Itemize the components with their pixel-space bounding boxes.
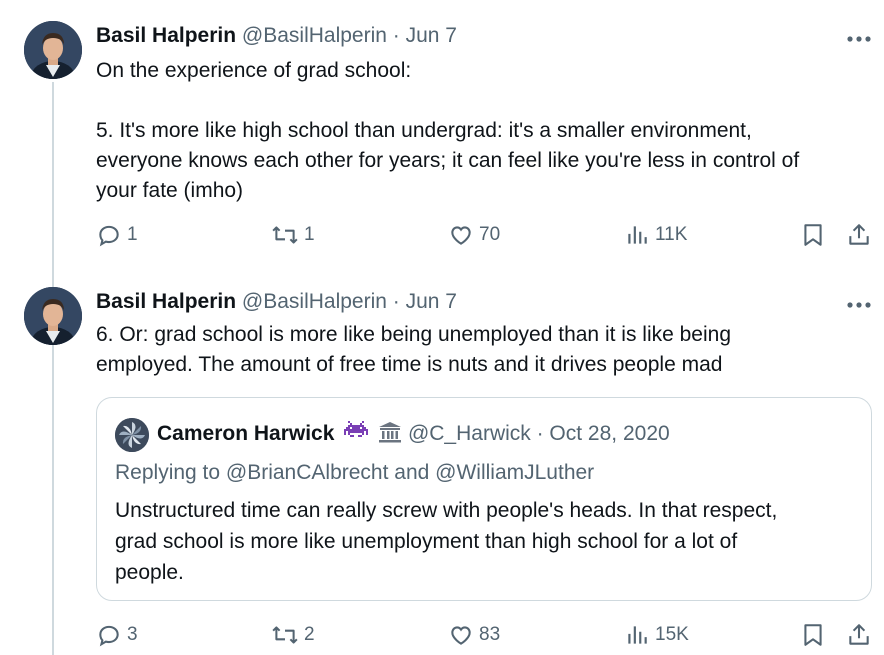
replying-to[interactable]: Replying to @BrianCAlbrecht and @William… [115,460,594,486]
tweet-actions: 1 1 70 11K [0,222,884,250]
more-horizontal-icon [847,36,871,42]
retweet-icon [272,226,298,244]
retweet-button[interactable]: 1 [271,222,315,248]
retweet-button[interactable]: 2 [271,622,315,648]
retweet-count: 1 [304,224,315,245]
views-button[interactable]: 15K [624,622,689,648]
pinwheel-avatar-icon [115,418,149,452]
share-upload-icon [849,224,869,245]
more-options-button[interactable] [846,30,872,42]
tweet-text-line: everyone knows each other for years; it … [96,149,800,172]
bookmark-icon [804,624,822,646]
views-count: 11K [655,224,688,245]
bank-building-icon [378,421,402,450]
share-button[interactable] [846,622,872,648]
avatar-photo-icon [24,287,82,345]
author-name[interactable]: Basil Halperin [96,290,236,313]
quoted-text: Unstructured time can really screw with … [115,495,845,588]
more-horizontal-icon [847,302,871,308]
author-name[interactable]: Basil Halperin [96,24,236,47]
share-upload-icon [849,624,869,645]
tweet-1[interactable]: Basil Halperin @BasilHalperin · Jun 7 On… [0,0,884,270]
like-count: 83 [479,624,501,645]
views-bar-chart-icon [628,626,647,644]
tweet-text-line: employed. The amount of free time is nut… [96,353,723,376]
bookmark-icon [804,224,822,246]
heart-icon [451,626,471,645]
tweet-header: Basil Halperin @BasilHalperin · Jun 7 [96,289,457,315]
like-button[interactable]: 83 [448,622,500,648]
quoted-text-line: Unstructured time can really screw with … [115,499,778,522]
tweet-text: 6. Or: grad school is more like being un… [96,320,856,380]
retweet-count: 2 [304,624,315,645]
quoted-header: Cameron Harwick @C_Harwick · Oct 28, 202… [157,421,670,450]
tweet-2[interactable]: Basil Halperin @BasilHalperin · Jun 7 6.… [0,270,884,655]
quoted-author-avatar [115,418,149,452]
like-button[interactable]: 70 [448,222,500,248]
tweet-text-line [96,86,856,116]
author-avatar[interactable] [24,21,82,79]
author-handle-date[interactable]: @BasilHalperin · Jun 7 [242,24,457,47]
share-button[interactable] [846,222,872,248]
avatar-photo-icon [24,21,82,79]
views-bar-chart-icon [628,226,647,244]
views-count: 15K [655,624,689,645]
tweet-text-line: 5. It's more like high school than under… [96,119,752,142]
more-options-button[interactable] [846,296,872,308]
reply-count: 3 [127,624,138,645]
reply-bubble-icon [99,625,119,647]
tweet-header: Basil Halperin @BasilHalperin · Jun 7 [96,23,457,49]
bookmark-button[interactable] [801,622,825,648]
heart-icon [451,226,471,245]
alien-monster-icon [344,421,369,450]
tweet-text: On the experience of grad school: 5. It'… [96,56,856,206]
reply-bubble-icon [99,225,119,247]
tweet-text-line: your fate (imho) [96,179,244,202]
author-handle-date[interactable]: @BasilHalperin · Jun 7 [242,290,457,313]
quoted-tweet[interactable]: Cameron Harwick @C_Harwick · Oct 28, 202… [96,397,872,601]
reply-count: 1 [127,224,138,245]
tweet-text-line: 6. Or: grad school is more like being un… [96,323,732,346]
views-button[interactable]: 11K [624,222,687,248]
like-count: 70 [479,224,501,245]
author-avatar[interactable] [24,287,82,345]
reply-button[interactable]: 3 [96,622,138,648]
tweet-actions: 3 2 83 15K [0,622,884,650]
quoted-text-line: grad school is more like unemployment th… [115,530,738,553]
reply-button[interactable]: 1 [96,222,138,248]
quoted-handle-date[interactable]: @C_Harwick · Oct 28, 2020 [408,422,670,445]
retweet-icon [272,626,298,644]
quoted-text-line: people. [115,561,184,584]
bookmark-button[interactable] [801,222,825,248]
tweet-text-line: On the experience of grad school: [96,59,412,82]
quoted-author-name[interactable]: Cameron Harwick [157,422,334,445]
